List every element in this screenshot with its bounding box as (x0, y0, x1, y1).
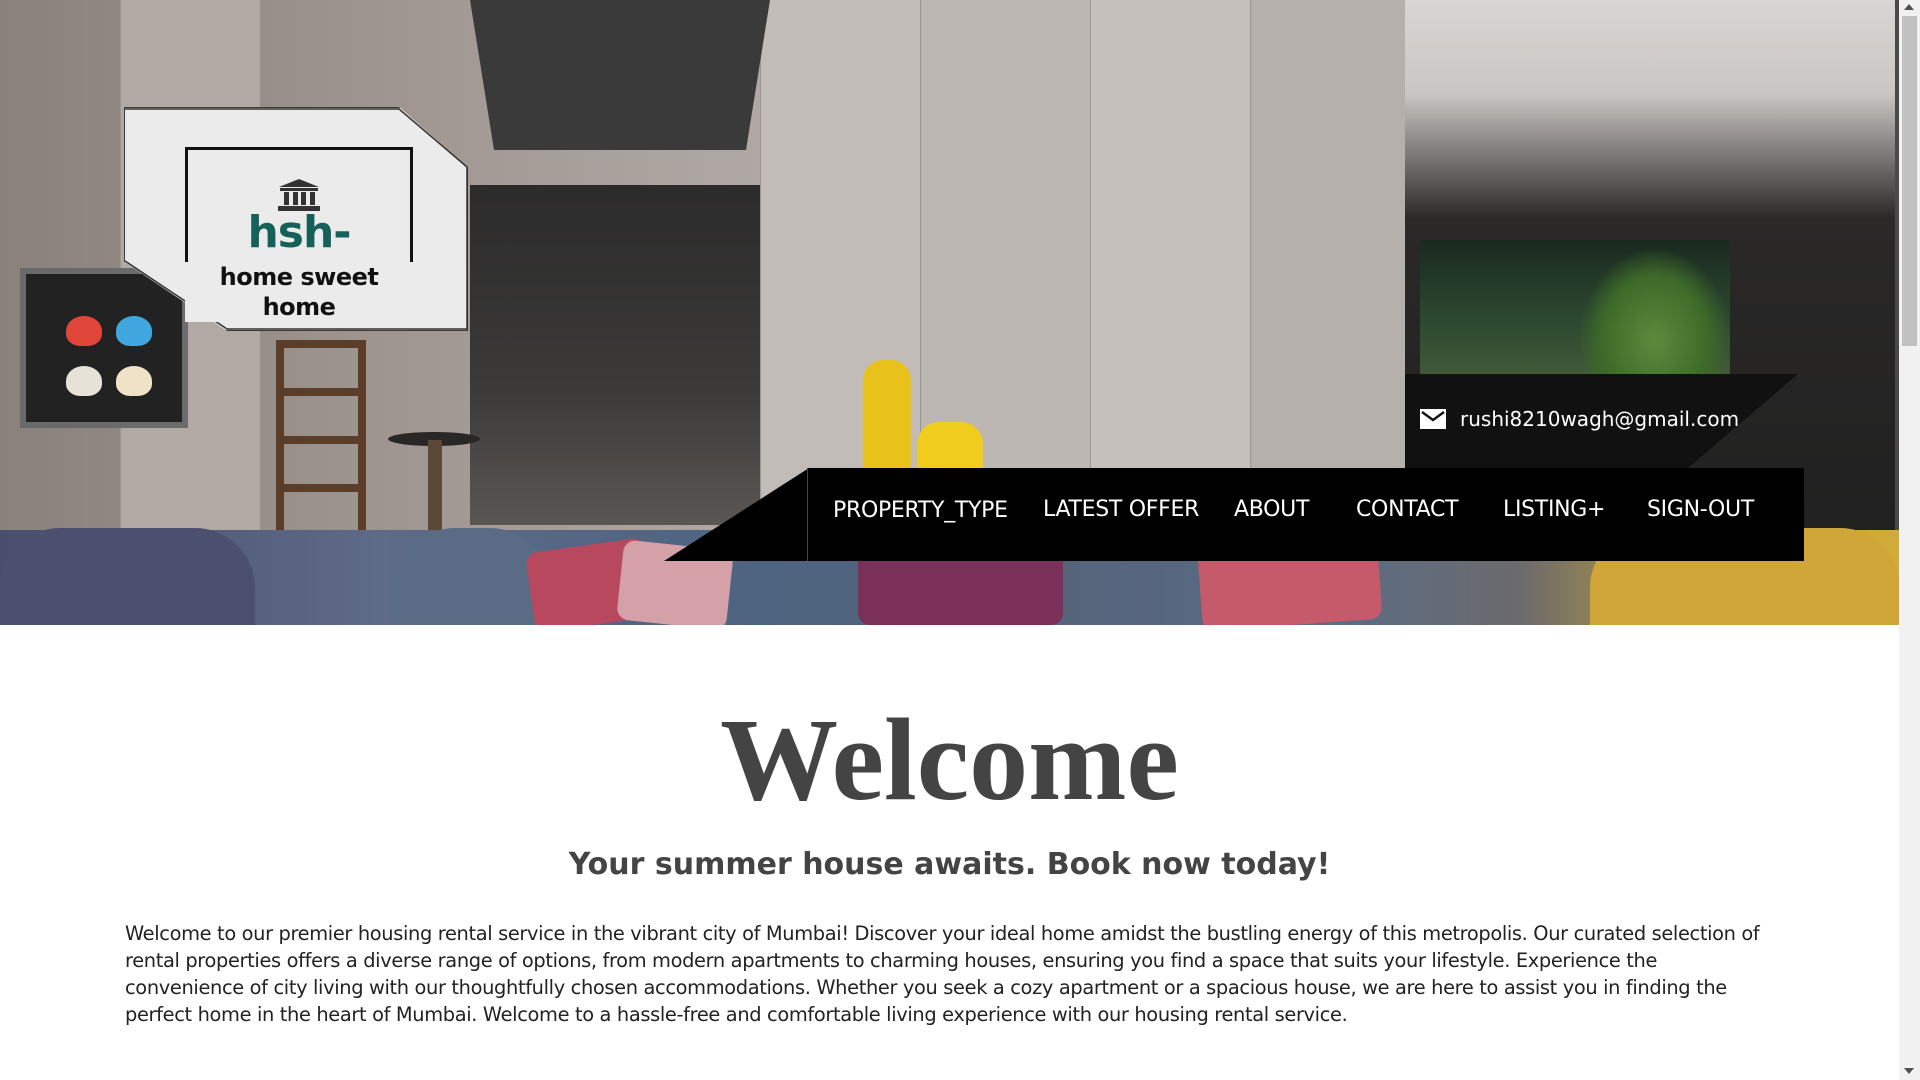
scrollbar-thumb[interactable] (1902, 16, 1917, 346)
page-title: Welcome (720, 694, 1179, 825)
scroll-up-arrow-icon[interactable] (1904, 4, 1914, 10)
nav-item-listing[interactable]: LISTING+ (1503, 496, 1605, 524)
nav-item-sign-out[interactable]: SIGN-OUT (1647, 496, 1754, 524)
mail-icon (1420, 409, 1446, 429)
nav-item-about[interactable]: ABOUT (1234, 496, 1309, 524)
scroll-down-arrow-icon[interactable] (1904, 1068, 1914, 1074)
page-subtitle: Your summer house awaits. Book now today… (568, 847, 1331, 882)
brand-tagline: home sweet home (185, 262, 413, 322)
contact-email-link[interactable]: rushi8210wagh@gmail.com (1460, 406, 1739, 432)
nav-item-property-type[interactable]: PROPERTY_TYPE (833, 497, 1008, 525)
nav-item-contact[interactable]: CONTACT (1356, 496, 1459, 524)
nav-item-latest-offer[interactable]: LATEST OFFER (1043, 496, 1199, 524)
intro-paragraph: Welcome to our premier housing rental se… (125, 922, 1760, 1026)
